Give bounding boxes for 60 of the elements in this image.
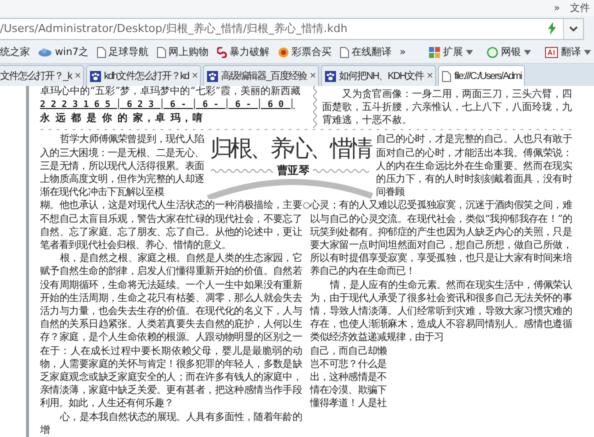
close-icon[interactable]: × <box>192 70 198 82</box>
paragraph: 哲学大师傅佩荣曾提到，现代人陷入的三大困境：一是无根、二是无心、三是无情，所以现代人活得很累。表面上物质高度文明，但作为完整的人却逐渐在现代化冲击下瓦解以至模 <box>40 133 204 200</box>
extension-button[interactable]: 翻译 <box>542 45 594 59</box>
text-line: 自己，而自己却懒 <box>310 344 388 358</box>
paragraph: 糊。他也承认，这是对现代人生活状态的一种消极描绘，主要不想自己太盲目乐观，警告大家在忙碌的现代社会，不要忘了自然、忘了家庭、忘了朋友、忘了自己。从他的论述中，更让笔者看到现代社会归根、养心、惜情的意义。 <box>40 199 302 252</box>
page-icon <box>340 46 349 58</box>
paragraph: 自己的心时，才是完整的自己。人也只有敢于面对自己的心时，才能活出本我。傅佩荣说：人的内在生命远比外在生命重要。然而在现实的压力下，有的人时时刻刻戴着面具，没有时间眷顾 <box>376 133 572 200</box>
close-icon[interactable]: × <box>426 70 432 82</box>
bookmark-link[interactable]: win7之 <box>38 45 89 59</box>
music-notation: 2 2 2 3 1 6 5 │ 6 2 3 │ 6 - │ 6 - │ 6 - │ 6 0 │ <box>40 99 296 111</box>
bookmark-link[interactable]: 网上购物 <box>156 45 209 59</box>
overflow-chevron[interactable]: » <box>554 2 560 14</box>
overflow-chevron[interactable]: » <box>400 46 406 58</box>
paragraph: 根，是自然之根、家庭之根。自然是人类的生态家园，它赋予自然生命的韵律，启发人们懂得重新开始的价值。自然若没有周期循环，生命将无法延续。一个人一生中如果没有重新开始的生活周期，生命之花只有枯萎、凋零，那么人就会失去活力与力量，也会失去生存的价值。在现代化的名义下，人与自然的关系日趋紧张。人类若真要失去自然的庇护，人何以生存？家庭，是个人生命依赖的根源。人跟动物明显的区别之一在于：人在成长过程中要长期依赖父母，婴儿是最脆弱的动物，人需要家庭的关怀与肯定！很多犯罪的年轻人，多数是缺乏家庭观念或缺乏家庭安全的人；而在许多有钱人的家庭中，亲情淡薄，家庭中缺乏关爱。更有甚者，把这种感情当作手段利用。如此，人生还有何乐趣？ <box>40 252 302 411</box>
cloud-icon <box>38 48 52 56</box>
dropdown-button[interactable] <box>563 18 583 38</box>
paragraph: 又为贪官画像：一身二用，两面三刀，三头六臂，四面楚歌，五斗折腰，六亲惟认，七上八下，八面玲珑，九霄难逃，十恶不赦。 <box>322 88 572 128</box>
caret-icon <box>466 50 473 54</box>
bookmark-link[interactable]: 足球导航 <box>96 45 149 59</box>
grid-icon <box>429 46 440 58</box>
swirl-icon <box>216 46 227 58</box>
extension-button[interactable]: 扩展 <box>426 45 476 59</box>
browser-tab[interactable]: file:///C:/Users/Admi <box>438 65 526 86</box>
paw-icon <box>90 70 101 82</box>
browser-tab[interactable]: 高级编辑器_百度经验 × <box>203 65 320 86</box>
paw-icon <box>325 70 336 82</box>
ball-icon <box>278 46 289 58</box>
extension-button[interactable]: 网银 <box>484 45 534 59</box>
paragraph: 情，是人应有的生命元素。然而在现实生活中，傅佩荣认为，由于现代人承受了很多社会资讯和很多自己无法关怀的事情，导致人情淡薄。人们经常听到灾难，导致大家习惯灾难的存在，也使人渐渐麻木，造成人不容易同情别人。感情也遵循类似经济效益递减规律，由于习 <box>310 278 572 345</box>
browser-tab[interactable]: 如何把NH、KDH文件 × <box>321 65 436 86</box>
chevron-icon <box>569 26 578 32</box>
paragraph: 心，是本我自然状态的展现。人具有多面性，随着年龄的增 <box>40 410 302 437</box>
browser-tab[interactable]: 文件怎么打开？_k × <box>0 65 84 86</box>
page-icon <box>96 46 106 58</box>
text-line: 懂得孝道！人是社 <box>310 397 388 411</box>
circle-icon <box>302 202 310 210</box>
paragraph: 心灵；有的人又难以忍受孤独寂寞，沉迷于酒肉假笑之间，难以与自己的心灵交流。在现代社会，类似“我抑郁我存在！”的玩笑到处都有。抑郁症的产生也因为人缺乏内心的关照，只是要大家留一点时间坦然面对自己，想自己所想，做自己所做，所以有时提倡享受寂寞，享受孤独，也只是让大家有时间来培养自己的内在生命而已！ <box>310 199 572 279</box>
menu-item[interactable]: 文件 <box>570 1 590 15</box>
caret-icon <box>584 50 591 54</box>
bookmark-link[interactable]: 统之家 <box>0 45 30 59</box>
browser-tab[interactable]: kdh文件怎么打开？kd × <box>86 65 202 86</box>
close-icon[interactable]: × <box>74 70 80 82</box>
coin-icon <box>487 46 498 58</box>
page-icon <box>442 70 452 82</box>
bookmark-link[interactable]: 暴力破解 <box>216 45 270 59</box>
address-field[interactable]: /Users/Administrator/Desktop/归根_养心_惜情/归根_养心_惜情.kdh <box>0 18 584 40</box>
lyric-line: 永 远 都 是 你 的 家，卓 玛，唷 <box>40 113 204 125</box>
close-icon[interactable]: × <box>310 70 316 82</box>
page-icon <box>156 46 166 58</box>
paw-icon <box>207 70 218 82</box>
bookmark-link[interactable]: 彩票合买 <box>278 45 332 59</box>
text-line: 情在冷漠、欺骗下 <box>310 384 388 398</box>
ad-icon <box>545 46 558 58</box>
lightning-icon[interactable] <box>547 22 557 35</box>
text-line: 出，这种感情是不 <box>310 370 388 384</box>
text-line: 岂不可悲？什么是 <box>310 358 388 371</box>
article-title: 归根、养心、惜情 <box>210 135 370 164</box>
caret-icon <box>524 50 531 54</box>
bookmark-link[interactable]: 在线翻译 <box>340 45 392 59</box>
author-name: 曹亚琴 <box>277 164 309 178</box>
